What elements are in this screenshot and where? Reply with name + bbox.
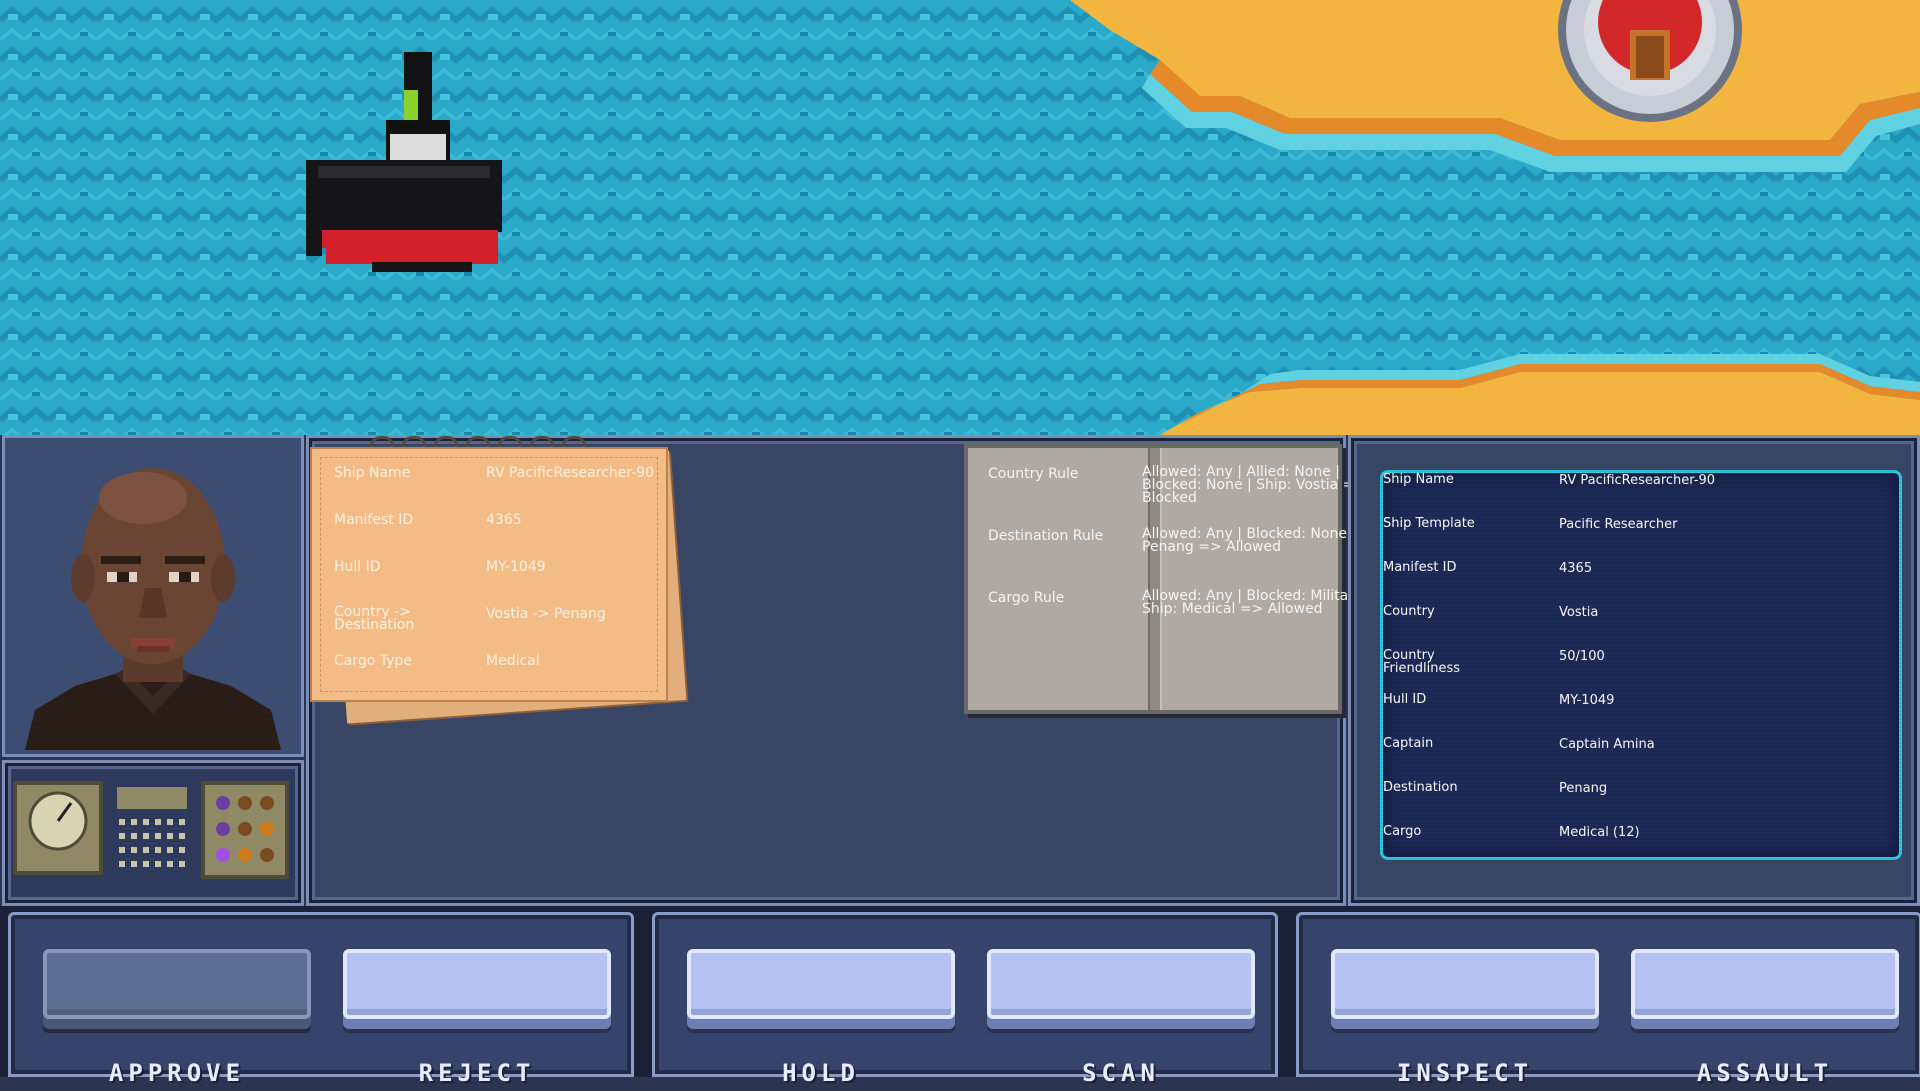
inspect-label: INSPECT: [1396, 1059, 1534, 1087]
map-terrain: [0, 0, 1920, 435]
force-group: INSPECT ASSAULT: [1296, 912, 1920, 1087]
terminal-value: Medical (12): [1559, 825, 1640, 840]
terminal-value: 50/100: [1559, 649, 1605, 664]
manifest-value: Medical: [486, 653, 540, 669]
approve-button-cap[interactable]: [43, 949, 311, 1019]
terminal-label: Ship Name: [1383, 472, 1454, 487]
console-graphic: [13, 781, 289, 879]
terminal-value: Penang: [1559, 781, 1608, 796]
hold-label: HOLD: [782, 1059, 860, 1087]
manifest-label: Cargo Type: [334, 653, 412, 669]
rule-book[interactable]: Country Rule Allowed: Any | Allied: None…: [964, 444, 1396, 714]
terminal-label: Country Friendliness: [1383, 648, 1460, 676]
scan-button-cap[interactable]: [987, 949, 1255, 1019]
scan-button[interactable]: SCAN: [975, 941, 1267, 1091]
terminal-value: MY-1049: [1559, 693, 1615, 708]
terminal-label: Cargo: [1383, 824, 1422, 839]
hold-button-cap[interactable]: [687, 949, 955, 1019]
assault-label: ASSAULT: [1696, 1059, 1834, 1087]
action-bar: APPROVE REJECT HOLD SCAN INSPECT ASSAULT: [0, 906, 1920, 1087]
terminal-value: 4365: [1559, 561, 1593, 576]
terminal-value: Captain Amina: [1559, 737, 1655, 752]
manifest-value: MY-1049: [486, 559, 546, 575]
terminal-label: Ship Template: [1383, 516, 1475, 531]
ship-manifest[interactable]: Ship Name RV PacificResearcher-90 Manife…: [310, 447, 668, 702]
inspect-button-cap[interactable]: [1331, 949, 1599, 1019]
manifest-value: 4365: [486, 512, 522, 528]
rule-label: Cargo Rule: [988, 590, 1065, 606]
terminal-value: Pacific Researcher: [1559, 517, 1678, 532]
terminal-label: Destination: [1383, 780, 1458, 795]
control-console: [2, 760, 304, 906]
approve-button[interactable]: APPROVE: [31, 941, 323, 1091]
terminal-label: Hull ID: [1383, 692, 1427, 707]
manifest-value: Vostia -> Penang: [486, 606, 606, 622]
reject-button-cap[interactable]: [343, 949, 611, 1019]
manifest-label: Ship Name: [334, 465, 411, 481]
manifest-value: RV PacificResearcher-90: [486, 465, 655, 481]
assault-button-cap[interactable]: [1631, 949, 1899, 1019]
terminal-label: Captain: [1383, 736, 1434, 751]
examine-group: HOLD SCAN: [652, 912, 1278, 1087]
terminal-label: Country: [1383, 604, 1435, 619]
inspect-button[interactable]: INSPECT: [1319, 941, 1611, 1091]
approve-label: APPROVE: [108, 1059, 246, 1087]
terminal-value: RV PacificResearcher-90: [1559, 473, 1716, 488]
reject-button[interactable]: REJECT: [331, 941, 623, 1091]
sea-map: [0, 0, 1920, 435]
rule-label: Country Rule: [988, 466, 1079, 482]
manifest-label: Hull ID: [334, 559, 381, 575]
scan-label: SCAN: [1082, 1059, 1160, 1087]
rule-label: Destination Rule: [988, 528, 1104, 544]
terminal-value: Vostia: [1559, 605, 1599, 620]
reject-label: REJECT: [418, 1059, 536, 1087]
terminal-label: Manifest ID: [1383, 560, 1457, 575]
captain-portrait-panel: [2, 435, 304, 757]
hold-button[interactable]: HOLD: [675, 941, 967, 1091]
manifest-label: Manifest ID: [334, 512, 414, 528]
captain-portrait: [5, 438, 301, 754]
terminal-screen: Ship Name RV PacificResearcher-90 Ship T…: [1380, 470, 1902, 860]
decision-group: APPROVE REJECT: [8, 912, 634, 1087]
assault-button[interactable]: ASSAULT: [1619, 941, 1911, 1091]
manifest-label: Country -> Destination: [334, 604, 415, 633]
